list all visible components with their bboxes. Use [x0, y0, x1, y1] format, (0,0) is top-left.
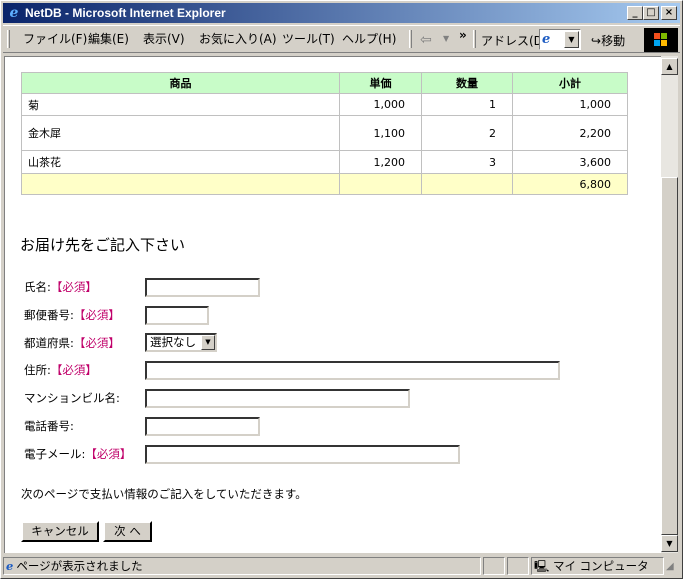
- prefecture-selected-value: 選択なし: [150, 335, 196, 349]
- building-input[interactable]: [145, 389, 410, 408]
- cell-price: 1,200: [339, 150, 422, 174]
- required-mark: 【必須】: [50, 280, 97, 294]
- cell-subtotal: 2,200: [512, 115, 628, 151]
- cell-price: 1,000: [339, 93, 422, 116]
- phone-label: 電話番号:: [24, 419, 74, 433]
- scrollbar-thumb[interactable]: [661, 177, 678, 535]
- postal-label: 郵便番号:【必須】: [24, 308, 120, 322]
- cell-qty: 2: [421, 115, 513, 151]
- required-mark: 【必須】: [73, 308, 120, 322]
- total-row: 6,800: [21, 173, 628, 195]
- cell-product: 菊: [21, 93, 340, 116]
- prefecture-label: 都道府県:【必須】: [24, 336, 120, 350]
- table-row: 金木犀 1,100 2 2,200: [21, 115, 628, 151]
- required-mark: 【必須】: [50, 363, 97, 377]
- status-message: e ページが表示されました: [3, 557, 481, 575]
- window-title: NetDB - Microsoft Internet Explorer: [25, 6, 226, 20]
- total-amount: 6,800: [512, 173, 628, 195]
- windows-logo: [644, 28, 678, 52]
- page-icon: e: [542, 32, 551, 47]
- name-label: 氏名:【必須】: [24, 280, 97, 294]
- header-price: 単価: [339, 72, 422, 94]
- toolbar-grip[interactable]: [409, 30, 412, 48]
- building-label: マンションビル名:: [24, 391, 120, 405]
- address-input[interactable]: [145, 361, 560, 380]
- minimize-button[interactable]: _: [627, 6, 643, 20]
- next-button[interactable]: 次 へ: [103, 521, 152, 542]
- name-input[interactable]: [145, 278, 260, 297]
- prefecture-select[interactable]: 選択なし ▼: [145, 333, 217, 352]
- order-table: 商品 単価 数量 小計 菊 1,000 1 1,000 金木犀 1,100 2 …: [21, 72, 628, 195]
- status-panel: [483, 557, 505, 575]
- address-label: アドレス(D): [481, 34, 548, 48]
- phone-input[interactable]: [145, 417, 260, 436]
- back-dropdown-icon[interactable]: ▼: [443, 34, 449, 43]
- address-dropdown-icon[interactable]: ▼: [564, 31, 579, 48]
- status-panel: [507, 557, 529, 575]
- scroll-down-icon[interactable]: ▼: [661, 535, 678, 552]
- cell-price: 1,100: [339, 115, 422, 151]
- menu-tools[interactable]: ツール(T): [282, 32, 335, 46]
- toolbar-grip[interactable]: [473, 30, 476, 48]
- header-subtotal: 小計: [512, 72, 628, 94]
- menu-view[interactable]: 表示(V): [143, 32, 185, 46]
- cell-qty: 3: [421, 150, 513, 174]
- table-row: 菊 1,000 1 1,000: [21, 93, 628, 116]
- header-product: 商品: [21, 72, 340, 94]
- toolbar-grip[interactable]: [7, 30, 10, 48]
- scroll-up-icon[interactable]: ▲: [661, 58, 678, 75]
- cell-product: 金木犀: [21, 115, 340, 151]
- email-label: 電子メール:【必須】: [24, 447, 132, 461]
- table-row: 山茶花 1,200 3 3,600: [21, 150, 628, 174]
- cancel-button[interactable]: キャンセル: [21, 521, 99, 542]
- ie-icon: e: [9, 5, 19, 21]
- menu-bar: ファイル(F) 編集(E) 表示(V) お気に入り(A) ツール(T) ヘルプ(…: [3, 25, 680, 53]
- total-empty-cell: [21, 173, 340, 195]
- table-header-row: 商品 単価 数量 小計: [21, 72, 628, 94]
- back-arrow-icon[interactable]: ⇦: [420, 31, 440, 49]
- windows-flag-icon: [654, 33, 668, 47]
- status-zone: 🖳 マイ コンピュータ: [531, 557, 664, 575]
- maximize-button[interactable]: □: [643, 6, 659, 20]
- email-input[interactable]: [145, 445, 460, 464]
- status-bar: e ページが表示されました 🖳 マイ コンピュータ ◢: [3, 556, 680, 576]
- total-empty-cell: [339, 173, 422, 195]
- menu-file[interactable]: ファイル(F): [23, 32, 87, 46]
- page-icon: e: [6, 559, 14, 573]
- resize-grip-icon[interactable]: ◢: [666, 561, 674, 572]
- go-button[interactable]: ↪移動: [591, 32, 625, 49]
- required-mark: 【必須】: [85, 447, 132, 461]
- payment-note: 次のページで支払い情報のご記入をしていただきます。: [21, 487, 307, 501]
- header-qty: 数量: [421, 72, 513, 94]
- computer-icon: 🖳: [534, 559, 553, 573]
- cell-subtotal: 3,600: [512, 150, 628, 174]
- required-mark: 【必須】: [73, 336, 120, 350]
- cell-subtotal: 1,000: [512, 93, 628, 116]
- vertical-scrollbar[interactable]: ▲ ▼: [661, 56, 678, 553]
- postal-input[interactable]: [145, 306, 209, 325]
- browser-window: e NetDB - Microsoft Internet Explorer _ …: [0, 0, 683, 579]
- menu-edit[interactable]: 編集(E): [88, 32, 129, 46]
- cell-qty: 1: [421, 93, 513, 116]
- menu-favorites[interactable]: お気に入り(A): [199, 32, 277, 46]
- chevron-more-icon[interactable]: »: [459, 28, 467, 42]
- close-button[interactable]: ×: [661, 6, 677, 20]
- page-content: 商品 単価 数量 小計 菊 1,000 1 1,000 金木犀 1,100 2 …: [4, 56, 661, 553]
- cell-product: 山茶花: [21, 150, 340, 174]
- address-combobox[interactable]: e ▼: [539, 29, 581, 50]
- title-bar: e NetDB - Microsoft Internet Explorer _ …: [3, 3, 680, 23]
- total-empty-cell: [421, 173, 513, 195]
- menu-help[interactable]: ヘルプ(H): [342, 32, 396, 46]
- address-label: 住所:【必須】: [24, 363, 97, 377]
- section-title: お届け先をご記入下さい: [20, 236, 186, 254]
- chevron-down-icon[interactable]: ▼: [201, 335, 215, 350]
- go-arrow-icon: ↪: [591, 34, 602, 48]
